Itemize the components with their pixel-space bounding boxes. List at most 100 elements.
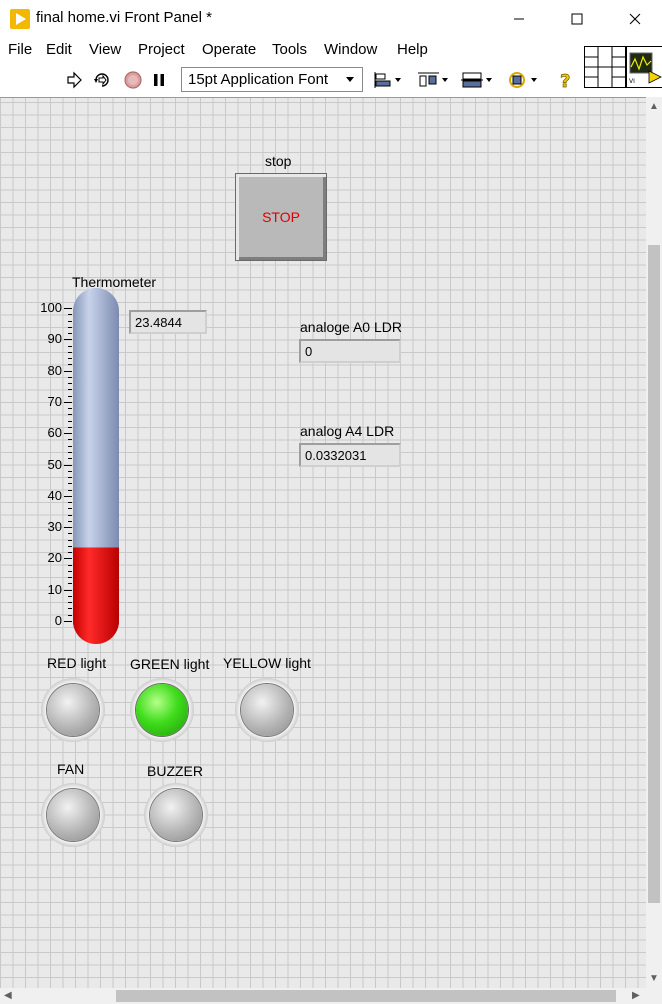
red-light-led[interactable] xyxy=(41,678,105,742)
analog-a4-value: 0.0332031 xyxy=(305,448,367,463)
analog-a4-display[interactable]: 0.0332031 xyxy=(299,443,401,467)
align-objects-button[interactable] xyxy=(372,70,404,90)
thermometer-tick xyxy=(68,320,72,322)
distribute-objects-button[interactable] xyxy=(417,70,451,90)
horizontal-scrollbar[interactable]: ◀ ▶ xyxy=(0,988,646,1004)
thermometer-tick xyxy=(68,445,72,447)
menu-help[interactable]: Help xyxy=(397,41,428,58)
menu-operate[interactable]: Operate xyxy=(202,41,256,58)
thermometer-tick xyxy=(68,389,72,391)
run-continuously-button[interactable] xyxy=(91,70,113,90)
pause-icon xyxy=(154,74,164,86)
abort-button[interactable] xyxy=(123,70,143,90)
thermometer-tick xyxy=(64,589,72,591)
thermometer-tick xyxy=(64,464,72,466)
resize-objects-button[interactable] xyxy=(461,70,495,90)
context-help-button[interactable]: ? xyxy=(556,70,576,90)
thermometer-tick-label: 90 xyxy=(47,331,62,347)
reorder-button[interactable] xyxy=(508,70,542,90)
thermometer-tick xyxy=(68,420,72,422)
thermometer-tick xyxy=(64,433,72,435)
title-bar: final home.vi Front Panel * xyxy=(0,0,662,38)
green-light-led-lamp xyxy=(136,684,188,736)
analog-a0-display[interactable]: 0 xyxy=(299,339,401,363)
maximize-button[interactable] xyxy=(548,0,606,38)
thermometer-tick xyxy=(64,495,72,497)
green-light-label: GREEN light xyxy=(130,656,210,672)
thermometer-tick xyxy=(64,558,72,560)
analog-a0-value: 0 xyxy=(305,344,313,359)
thermometer-value: 23.4844 xyxy=(135,315,182,330)
thermometer-tick xyxy=(68,477,72,479)
yellow-light-led[interactable] xyxy=(235,678,299,742)
labview-app-icon xyxy=(10,9,30,29)
thermometer-tick xyxy=(68,564,72,566)
scroll-down-icon[interactable]: ▼ xyxy=(649,973,659,984)
thermometer-tick-label: 60 xyxy=(47,425,62,441)
svg-text:VI: VI xyxy=(629,78,635,85)
menu-bar: File Edit View Project Operate Tools Win… xyxy=(0,38,582,64)
vertical-scrollbar[interactable]: ▲ ▼ xyxy=(646,97,662,988)
thermometer-tick xyxy=(68,502,72,504)
thermometer-tick xyxy=(64,308,72,309)
thermometer-tick-label: 80 xyxy=(47,362,62,378)
vi-icon[interactable]: VI xyxy=(626,46,662,88)
menu-view[interactable]: View xyxy=(89,41,121,58)
scroll-up-icon[interactable]: ▲ xyxy=(649,101,659,112)
thermometer-tick xyxy=(68,426,72,428)
thermometer-tick-label: 100 xyxy=(40,300,62,315)
thermometer-tick-label: 70 xyxy=(47,393,62,409)
thermometer-tick xyxy=(68,451,72,453)
thermometer-tick xyxy=(68,552,72,554)
thermometer-tick xyxy=(68,508,72,510)
scroll-left-icon[interactable]: ◀ xyxy=(4,990,12,1001)
menu-window[interactable]: Window xyxy=(324,41,377,58)
thermometer-fill-top xyxy=(73,547,119,588)
run-arrow-icon xyxy=(67,71,82,89)
thermometer-digital-display[interactable]: 23.4844 xyxy=(129,310,207,334)
fan-led[interactable] xyxy=(41,783,105,847)
thermometer-tick xyxy=(68,395,72,397)
thermometer-tick xyxy=(68,458,72,460)
vertical-scroll-thumb[interactable] xyxy=(648,245,660,903)
thermometer-tick xyxy=(64,339,72,341)
thermometer-tick xyxy=(68,539,72,541)
stop-button-text: STOP xyxy=(262,209,300,225)
thermometer-tick xyxy=(68,595,72,597)
thermometer-tick xyxy=(64,621,72,622)
red-light-label: RED light xyxy=(47,655,107,671)
thermometer-tick xyxy=(68,345,72,347)
thermometer-tick xyxy=(68,351,72,353)
menu-project[interactable]: Project xyxy=(138,41,185,58)
pause-button[interactable] xyxy=(151,70,167,90)
menu-tools[interactable]: Tools xyxy=(272,41,307,58)
run-continuously-icon xyxy=(94,73,109,87)
menu-edit[interactable]: Edit xyxy=(46,41,72,58)
thermometer-indicator[interactable] xyxy=(73,288,119,644)
thermometer-tick xyxy=(68,439,72,441)
thermometer-tick xyxy=(64,401,72,403)
scroll-right-icon[interactable]: ▶ xyxy=(632,990,640,1001)
buzzer-led[interactable] xyxy=(144,783,208,847)
thermometer-tick xyxy=(68,545,72,547)
menu-file[interactable]: File xyxy=(8,41,32,58)
thermometer-tick-label: 0 xyxy=(54,613,62,628)
stop-button[interactable]: STOP xyxy=(235,173,327,261)
thermometer-tick xyxy=(68,614,72,616)
close-button[interactable] xyxy=(606,0,662,38)
thermometer-tick xyxy=(68,376,72,378)
green-light-led[interactable] xyxy=(130,678,194,742)
font-select[interactable]: 15pt Application Font xyxy=(181,67,363,92)
thermometer-tick xyxy=(68,483,72,485)
analog-a4-label: analog A4 LDR xyxy=(300,423,395,439)
minimize-button[interactable] xyxy=(490,0,548,38)
connector-pane[interactable] xyxy=(584,46,626,88)
thermometer-tick xyxy=(64,370,72,372)
font-select-value: 15pt Application Font xyxy=(188,71,329,88)
red-light-led-lamp xyxy=(47,684,99,736)
horizontal-scroll-thumb[interactable] xyxy=(116,990,616,1002)
thermometer-tick xyxy=(68,314,72,316)
run-button[interactable] xyxy=(64,70,84,90)
front-panel: stop STOP Thermometer 23.4844 100 90 80 70 6… xyxy=(0,97,646,989)
thermometer-tick xyxy=(68,333,72,335)
